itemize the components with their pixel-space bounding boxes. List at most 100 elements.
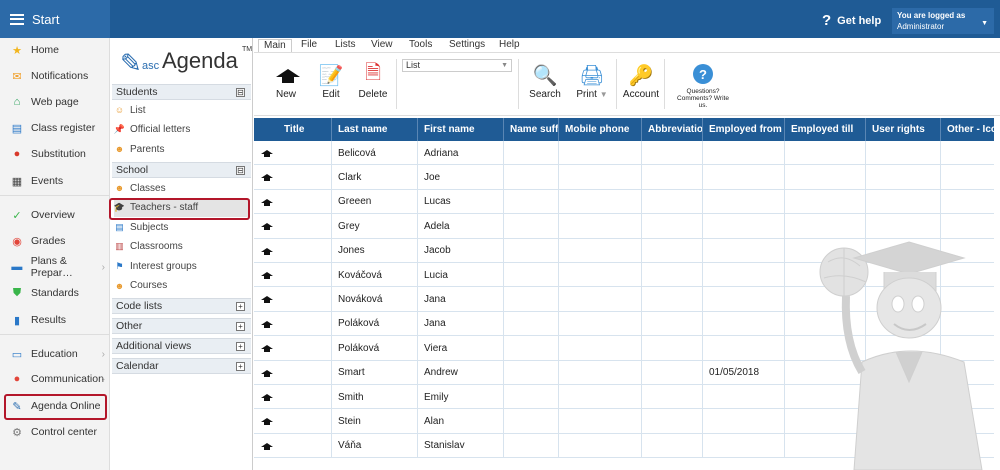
table-cell[interactable]: [785, 141, 866, 165]
table-cell[interactable]: Jana: [418, 287, 504, 312]
nav-item-results[interactable]: ▮ Results: [0, 310, 110, 330]
table-cell[interactable]: [504, 409, 559, 434]
nav-item-standards[interactable]: ⛊ Standards: [0, 283, 110, 303]
search-button[interactable]: 🔍 Search: [528, 61, 562, 109]
panel-item-official-letters[interactable]: 📌 Official letters: [114, 121, 250, 139]
delete-button[interactable]: 🗎 Delete: [356, 61, 390, 109]
table-cell[interactable]: [278, 385, 332, 409]
table-row[interactable]: Belicová Adriana: [254, 141, 994, 166]
table-cell[interactable]: Viera: [418, 336, 504, 361]
nav-item-communication[interactable]: ● Communication ›: [0, 369, 110, 389]
menu-tab-lists[interactable]: Lists: [330, 39, 361, 52]
table-cell[interactable]: [866, 141, 941, 165]
table-cell[interactable]: [642, 263, 703, 287]
table-cell[interactable]: [642, 189, 703, 214]
column-header-last-name[interactable]: Last name: [332, 118, 418, 141]
table-cell[interactable]: [504, 385, 559, 409]
table-cell[interactable]: [559, 336, 642, 361]
table-cell[interactable]: [278, 287, 332, 312]
table-cell[interactable]: Greeen: [332, 189, 418, 214]
table-cell[interactable]: [941, 165, 994, 189]
table-cell[interactable]: [504, 311, 559, 336]
table-cell[interactable]: [504, 263, 559, 287]
table-cell[interactable]: Clark: [332, 165, 418, 190]
table-cell[interactable]: 01/05/2018: [703, 360, 785, 385]
panel-item-interest-groups[interactable]: ⚑ Interest groups: [114, 257, 250, 275]
table-cell[interactable]: [703, 409, 785, 434]
table-cell[interactable]: [504, 189, 559, 214]
table-cell[interactable]: [642, 385, 703, 409]
table-cell[interactable]: [703, 238, 785, 263]
table-cell[interactable]: Jacob: [418, 238, 504, 263]
panel-item-classrooms[interactable]: ▥ Classrooms: [114, 238, 250, 256]
table-cell[interactable]: Alan: [418, 409, 504, 434]
expand-icon[interactable]: +: [236, 322, 245, 331]
table-cell[interactable]: [559, 311, 642, 336]
table-cell[interactable]: [504, 165, 559, 190]
table-cell[interactable]: [278, 189, 332, 214]
table-cell[interactable]: Adriana: [418, 141, 504, 165]
new-button[interactable]: New: [270, 61, 302, 109]
table-cell[interactable]: [504, 360, 559, 385]
nav-item-control-center[interactable]: ⚙ Control center: [0, 422, 110, 442]
nav-item-plans-prepar[interactable]: ▬ Plans & Prepar… ›: [0, 255, 110, 279]
table-cell[interactable]: [703, 311, 785, 336]
table-cell[interactable]: [278, 360, 332, 385]
table-cell[interactable]: [559, 263, 642, 287]
table-cell[interactable]: Emily: [418, 385, 504, 409]
table-cell[interactable]: [278, 336, 332, 361]
table-cell[interactable]: Kováčová: [332, 263, 418, 287]
section-school[interactable]: School ⊟: [112, 162, 251, 178]
table-cell[interactable]: [642, 165, 703, 190]
table-cell[interactable]: [278, 214, 332, 239]
nav-item-substitution[interactable]: ● Substitution: [0, 144, 110, 164]
section-additional-views[interactable]: Additional views +: [112, 338, 251, 354]
collapse-icon[interactable]: ⊟: [236, 166, 245, 175]
table-cell[interactable]: Poláková: [332, 311, 418, 336]
table-cell[interactable]: Jones: [332, 238, 418, 263]
table-cell[interactable]: Andrew: [418, 360, 504, 385]
table-cell[interactable]: [785, 189, 866, 214]
column-header-user-rights[interactable]: User rights: [866, 118, 941, 141]
table-cell[interactable]: [703, 214, 785, 239]
column-header-title[interactable]: Title: [278, 118, 332, 141]
column-header-employed-from[interactable]: Employed from: [703, 118, 785, 141]
section-other[interactable]: Other +: [112, 318, 251, 334]
account-button[interactable]: 🔑 Account: [622, 61, 660, 109]
table-cell[interactable]: [559, 360, 642, 385]
table-cell[interactable]: [278, 311, 332, 336]
panel-item-courses[interactable]: ☻ Courses: [114, 277, 250, 295]
menu-tab-help[interactable]: Help: [494, 39, 525, 52]
column-header-name-suffix[interactable]: Name suffix: [504, 118, 559, 141]
table-cell[interactable]: [703, 433, 785, 458]
table-cell[interactable]: [559, 287, 642, 312]
table-cell[interactable]: [642, 214, 703, 239]
menu-tab-settings[interactable]: Settings: [444, 39, 490, 52]
table-cell[interactable]: [642, 433, 703, 458]
table-cell[interactable]: Stanislav: [418, 433, 504, 458]
table-cell[interactable]: [278, 263, 332, 287]
nav-item-notifications[interactable]: ✉ Notifications: [0, 66, 110, 86]
table-cell[interactable]: [278, 433, 332, 458]
table-cell[interactable]: [504, 336, 559, 361]
table-cell[interactable]: [703, 189, 785, 214]
table-cell[interactable]: [642, 287, 703, 312]
list-select[interactable]: List ▼: [402, 59, 512, 72]
table-cell[interactable]: [559, 238, 642, 263]
nav-item-overview[interactable]: ✓ Overview: [0, 205, 110, 225]
expand-icon[interactable]: +: [236, 302, 245, 311]
nav-item-events[interactable]: ▦ Events: [0, 171, 110, 191]
section-students[interactable]: Students ⊟: [112, 84, 251, 100]
table-cell[interactable]: Joe: [418, 165, 504, 190]
table-cell[interactable]: Smart: [332, 360, 418, 385]
column-header-other-icons[interactable]: Other - Icons: [941, 118, 994, 141]
column-header-abbreviation[interactable]: Abbreviation: [642, 118, 703, 141]
questions-button[interactable]: ? Questions? Comments? Write us.: [672, 61, 734, 109]
table-cell[interactable]: [703, 263, 785, 287]
expand-icon[interactable]: +: [236, 342, 245, 351]
table-cell[interactable]: Nováková: [332, 287, 418, 312]
panel-item-subjects[interactable]: ▤ Subjects: [114, 218, 250, 236]
table-cell[interactable]: [866, 189, 941, 214]
column-header-mobile-phone[interactable]: Mobile phone: [559, 118, 642, 141]
start-button[interactable]: Start: [0, 0, 110, 38]
